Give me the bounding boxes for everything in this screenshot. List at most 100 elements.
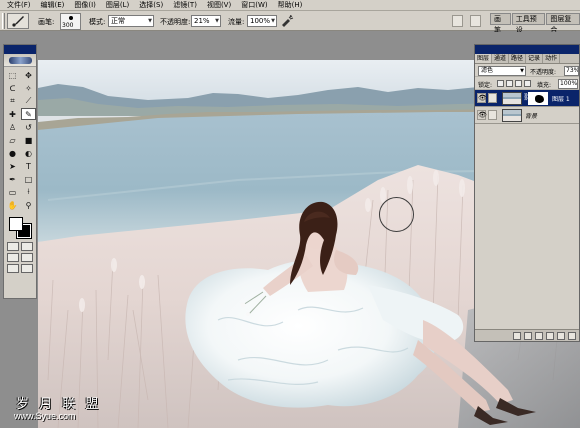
- brush-tool-icon[interactable]: ✎: [21, 108, 36, 120]
- flow-input[interactable]: 100%: [247, 15, 277, 27]
- crop-tool-icon[interactable]: ⌗: [5, 95, 20, 107]
- gradient-tool-icon[interactable]: ■: [21, 134, 36, 146]
- brush-tip-icon: [69, 16, 73, 20]
- lock-image-icon[interactable]: [506, 80, 513, 87]
- foreground-color-swatch[interactable]: [9, 217, 23, 231]
- zoom-tool-icon[interactable]: ⚲: [21, 199, 36, 211]
- menu-image[interactable]: 图像(I): [69, 0, 101, 11]
- menu-edit[interactable]: 编辑(E): [36, 0, 70, 11]
- new-set-icon[interactable]: [535, 332, 543, 340]
- lasso-tool-icon[interactable]: ᑕ: [5, 82, 20, 94]
- menu-file[interactable]: 文件(F): [2, 0, 36, 11]
- file-browser-icon[interactable]: [452, 15, 463, 27]
- tab-brushes[interactable]: 画笔: [490, 13, 511, 34]
- pen-tool-icon[interactable]: ✒: [5, 173, 20, 185]
- eye-icon[interactable]: 👁: [477, 110, 487, 120]
- tab-channels[interactable]: 通道: [492, 54, 510, 63]
- layers-footer: [475, 329, 579, 341]
- slice-tool-icon[interactable]: ⟋: [21, 95, 36, 107]
- layer-row[interactable]: 👁 ⛓ 图层 1: [475, 90, 579, 107]
- screen-mode-full-icon[interactable]: [21, 253, 33, 262]
- layer-thumbnail: [502, 92, 522, 105]
- watermark-title: 岁 月 联 盟: [16, 397, 102, 412]
- palette-well-icon[interactable]: [470, 15, 481, 27]
- shape-tool-icon[interactable]: □: [21, 173, 36, 185]
- toolbox: ⬚ ✥ ᑕ ✧ ⌗ ⟋ ✚ ✎ ♙ ↺ ▱ ■ ● ◐ ➤ T ✒ □ ▭ ⟊ …: [3, 44, 37, 299]
- path-selection-icon[interactable]: ➤: [5, 160, 20, 172]
- hand-tool-icon[interactable]: ✋: [5, 199, 20, 211]
- tab-tool-presets[interactable]: 工具预设: [511, 13, 546, 34]
- quick-mask-icon[interactable]: [21, 242, 33, 251]
- marquee-tool-icon[interactable]: ⬚: [5, 69, 20, 81]
- brush-cursor-circle: [379, 197, 414, 232]
- layers-empty-area: [475, 129, 579, 327]
- menu-window[interactable]: 窗口(W): [236, 0, 272, 11]
- brush-label: 画笔:: [38, 18, 55, 26]
- mode-label: 模式:: [89, 18, 106, 26]
- adobe-online-icon[interactable]: [4, 54, 36, 67]
- tool-grid: ⬚ ✥ ᑕ ✧ ⌗ ⟋ ✚ ✎ ♙ ↺ ▱ ■ ● ◐ ➤ T ✒ □ ▭ ⟊ …: [4, 67, 36, 213]
- brush-picker[interactable]: 300: [60, 13, 81, 30]
- layer-style-icon[interactable]: [513, 332, 521, 340]
- layer-mask-thumbnail[interactable]: [528, 92, 548, 105]
- tab-layers[interactable]: 图层: [475, 54, 493, 63]
- layer-row[interactable]: 👁 背景: [475, 107, 579, 124]
- fill-label: 填充:: [537, 82, 552, 89]
- imageready-icon[interactable]: [7, 264, 19, 273]
- menu-select[interactable]: 选择(S): [134, 0, 168, 11]
- brush-slot-icon: [488, 110, 497, 120]
- eyedropper-icon[interactable]: ⟊: [21, 186, 36, 198]
- history-brush-icon[interactable]: ↺: [21, 121, 36, 133]
- layers-title-bar[interactable]: [475, 45, 579, 54]
- dodge-tool-icon[interactable]: ◐: [21, 147, 36, 159]
- mode-select[interactable]: 正常: [108, 15, 154, 27]
- layer-opacity-input[interactable]: 73%: [564, 66, 579, 76]
- blend-opacity-row: 滤色 不透明度: 73%: [475, 64, 579, 77]
- opacity-input[interactable]: 21%: [191, 15, 221, 27]
- clone-stamp-icon[interactable]: ♙: [5, 121, 20, 133]
- type-tool-icon[interactable]: T: [21, 160, 36, 172]
- trash-icon[interactable]: [568, 332, 576, 340]
- color-swatches: [5, 215, 35, 239]
- move-tool-icon[interactable]: ✥: [21, 69, 36, 81]
- healing-brush-icon[interactable]: ✚: [5, 108, 20, 120]
- lock-fill-row: 锁定: 填充: 100%: [475, 77, 579, 90]
- jump-to-icon[interactable]: [21, 264, 33, 273]
- tab-layer-comps[interactable]: 图层复合: [546, 13, 580, 34]
- airbrush-icon[interactable]: [280, 15, 294, 27]
- eye-icon[interactable]: 👁: [477, 93, 487, 103]
- lock-position-icon[interactable]: [515, 80, 522, 87]
- layer-opacity-label: 不透明度:: [530, 69, 557, 76]
- magic-wand-icon[interactable]: ✧: [21, 82, 36, 94]
- new-layer-icon[interactable]: [557, 332, 565, 340]
- tool-preset-picker[interactable]: [7, 13, 29, 29]
- standard-mode-icon[interactable]: [7, 242, 19, 251]
- tab-history[interactable]: 记录: [526, 54, 544, 63]
- toolbox-title-bar[interactable]: [4, 45, 36, 54]
- add-mask-icon[interactable]: [524, 332, 532, 340]
- layer-name: 图层 1: [552, 96, 570, 103]
- tab-actions[interactable]: 动作: [543, 54, 561, 63]
- tab-paths[interactable]: 路径: [509, 54, 527, 63]
- opacity-label: 不透明度:: [160, 18, 191, 26]
- menu-view[interactable]: 视图(V): [202, 0, 236, 11]
- fill-input[interactable]: 100%: [558, 79, 578, 89]
- blend-mode-select[interactable]: 滤色: [478, 66, 526, 76]
- notes-tool-icon[interactable]: ▭: [5, 186, 20, 198]
- flow-label: 流量:: [228, 18, 245, 26]
- lock-transparency-icon[interactable]: [497, 80, 504, 87]
- adjustment-layer-icon[interactable]: [546, 332, 554, 340]
- screen-mode-standard-icon[interactable]: [7, 253, 19, 262]
- options-grip[interactable]: [2, 13, 5, 29]
- brush-slot-icon: [488, 93, 497, 103]
- menu-help[interactable]: 帮助(H): [273, 0, 308, 11]
- watermark-url: www.Syue.com: [14, 411, 76, 421]
- menu-layer[interactable]: 图层(L): [101, 0, 134, 11]
- brush-size: 300: [62, 22, 74, 29]
- lock-all-icon[interactable]: [524, 80, 531, 87]
- eraser-tool-icon[interactable]: ▱: [5, 134, 20, 146]
- menu-filter[interactable]: 滤镜(T): [168, 0, 202, 11]
- blur-tool-icon[interactable]: ●: [5, 147, 20, 159]
- brush-icon: [12, 16, 24, 27]
- lock-label: 锁定:: [478, 82, 493, 89]
